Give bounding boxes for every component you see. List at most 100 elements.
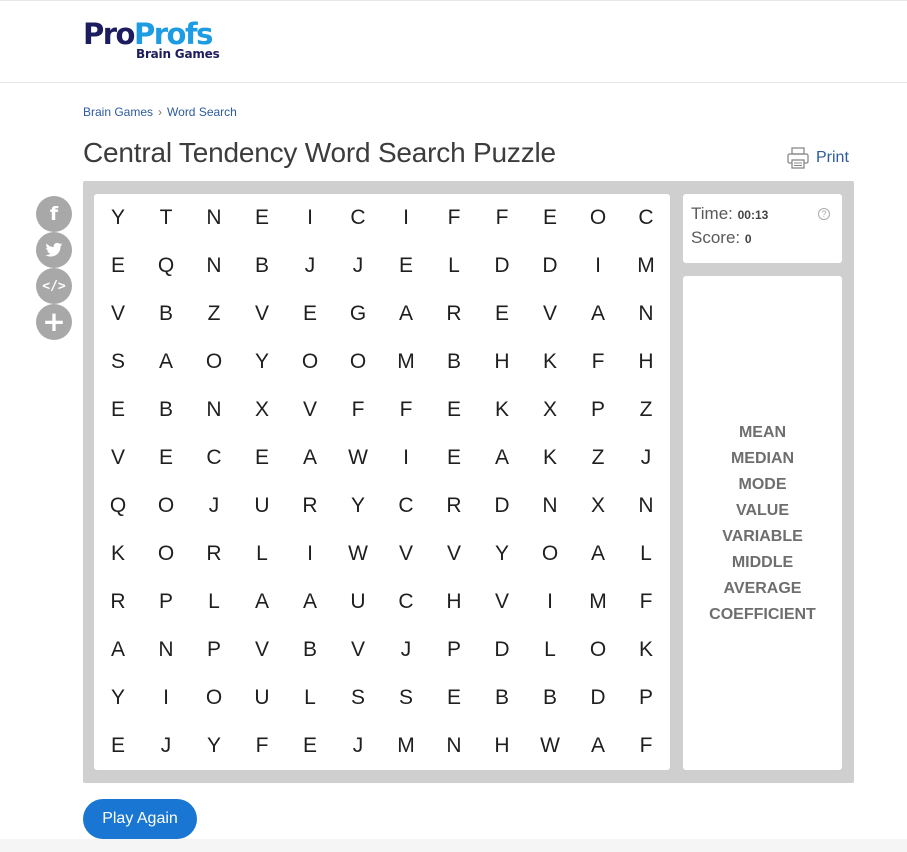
grid-cell[interactable]: V xyxy=(382,530,430,578)
grid-cell[interactable]: M xyxy=(382,338,430,386)
grid-cell[interactable]: J xyxy=(190,482,238,530)
grid-cell[interactable]: H xyxy=(478,338,526,386)
grid-cell[interactable]: W xyxy=(334,434,382,482)
grid-cell[interactable]: A xyxy=(142,338,190,386)
letter-grid[interactable]: YTNEICIFFEOCEQNBJJELDDIMVBZVEGAREVANSAOY… xyxy=(94,194,670,770)
twitter-share-button[interactable] xyxy=(36,232,72,268)
grid-cell[interactable]: M xyxy=(622,242,670,290)
grid-cell[interactable]: L xyxy=(238,530,286,578)
grid-cell[interactable]: E xyxy=(430,674,478,722)
grid-cell[interactable]: E xyxy=(382,242,430,290)
grid-cell[interactable]: B xyxy=(142,290,190,338)
grid-cell[interactable]: L xyxy=(286,674,334,722)
grid-cell[interactable]: N xyxy=(190,386,238,434)
grid-cell[interactable]: A xyxy=(286,434,334,482)
grid-cell[interactable]: K xyxy=(478,386,526,434)
grid-cell[interactable]: J xyxy=(334,242,382,290)
breadcrumb-link-word-search[interactable]: Word Search xyxy=(167,105,237,119)
grid-cell[interactable]: I xyxy=(142,674,190,722)
grid-cell[interactable]: N xyxy=(526,482,574,530)
grid-cell[interactable]: I xyxy=(286,194,334,242)
grid-cell[interactable]: J xyxy=(334,722,382,770)
grid-cell[interactable]: L xyxy=(526,626,574,674)
grid-cell[interactable]: J xyxy=(622,434,670,482)
grid-cell[interactable]: R xyxy=(286,482,334,530)
grid-cell[interactable]: L xyxy=(622,530,670,578)
proprofs-logo[interactable]: ProProfs Brain Games xyxy=(83,17,228,67)
grid-cell[interactable]: I xyxy=(286,530,334,578)
grid-cell[interactable]: O xyxy=(574,626,622,674)
grid-cell[interactable]: X xyxy=(574,482,622,530)
grid-cell[interactable]: N xyxy=(622,290,670,338)
grid-cell[interactable]: O xyxy=(574,194,622,242)
grid-cell[interactable]: O xyxy=(526,530,574,578)
grid-cell[interactable]: R xyxy=(430,482,478,530)
grid-cell[interactable]: A xyxy=(286,578,334,626)
grid-cell[interactable]: V xyxy=(478,578,526,626)
grid-cell[interactable]: F xyxy=(334,386,382,434)
grid-cell[interactable]: N xyxy=(430,722,478,770)
grid-cell[interactable]: E xyxy=(142,434,190,482)
grid-cell[interactable]: K xyxy=(526,338,574,386)
grid-cell[interactable]: O xyxy=(142,482,190,530)
grid-cell[interactable]: A xyxy=(478,434,526,482)
grid-cell[interactable]: Q xyxy=(94,482,142,530)
grid-cell[interactable]: Q xyxy=(142,242,190,290)
grid-cell[interactable]: D xyxy=(574,674,622,722)
grid-cell[interactable]: F xyxy=(382,386,430,434)
grid-cell[interactable]: U xyxy=(334,578,382,626)
grid-cell[interactable]: M xyxy=(574,578,622,626)
grid-cell[interactable]: R xyxy=(430,290,478,338)
grid-cell[interactable]: Y xyxy=(94,194,142,242)
grid-cell[interactable]: V xyxy=(526,290,574,338)
grid-cell[interactable]: Z xyxy=(622,386,670,434)
grid-cell[interactable]: F xyxy=(622,578,670,626)
grid-cell[interactable]: P xyxy=(190,626,238,674)
grid-cell[interactable]: Y xyxy=(334,482,382,530)
grid-cell[interactable]: T xyxy=(142,194,190,242)
grid-cell[interactable]: V xyxy=(286,386,334,434)
help-icon[interactable]: ? xyxy=(818,208,830,220)
grid-cell[interactable]: Y xyxy=(478,530,526,578)
grid-cell[interactable]: E xyxy=(478,290,526,338)
grid-cell[interactable]: Y xyxy=(94,674,142,722)
print-button[interactable]: Print xyxy=(786,146,849,170)
grid-cell[interactable]: S xyxy=(334,674,382,722)
grid-cell[interactable]: O xyxy=(142,530,190,578)
grid-cell[interactable]: Z xyxy=(190,290,238,338)
grid-cell[interactable]: I xyxy=(574,242,622,290)
grid-cell[interactable]: P xyxy=(574,386,622,434)
grid-cell[interactable]: K xyxy=(526,434,574,482)
grid-cell[interactable]: V xyxy=(94,434,142,482)
grid-cell[interactable]: P xyxy=(622,674,670,722)
more-share-button[interactable]: + xyxy=(36,304,72,340)
grid-cell[interactable]: W xyxy=(334,530,382,578)
grid-cell[interactable]: C xyxy=(382,578,430,626)
grid-cell[interactable]: G xyxy=(334,290,382,338)
grid-cell[interactable]: E xyxy=(286,722,334,770)
grid-cell[interactable]: U xyxy=(238,674,286,722)
grid-cell[interactable]: P xyxy=(430,626,478,674)
grid-cell[interactable]: S xyxy=(382,674,430,722)
grid-cell[interactable]: B xyxy=(286,626,334,674)
grid-cell[interactable]: D xyxy=(478,626,526,674)
grid-cell[interactable]: E xyxy=(94,242,142,290)
grid-cell[interactable]: C xyxy=(190,434,238,482)
grid-cell[interactable]: Z xyxy=(574,434,622,482)
grid-cell[interactable]: N xyxy=(622,482,670,530)
grid-cell[interactable]: D xyxy=(526,242,574,290)
grid-cell[interactable]: I xyxy=(382,434,430,482)
grid-cell[interactable]: N xyxy=(190,194,238,242)
facebook-share-button[interactable]: f xyxy=(36,196,72,232)
grid-cell[interactable]: E xyxy=(238,194,286,242)
grid-cell[interactable]: V xyxy=(238,626,286,674)
grid-cell[interactable]: D xyxy=(478,242,526,290)
grid-cell[interactable]: X xyxy=(238,386,286,434)
grid-cell[interactable]: B xyxy=(238,242,286,290)
breadcrumb-link-brain-games[interactable]: Brain Games xyxy=(83,105,153,119)
grid-cell[interactable]: V xyxy=(334,626,382,674)
grid-cell[interactable]: H xyxy=(622,338,670,386)
grid-cell[interactable]: O xyxy=(334,338,382,386)
grid-cell[interactable]: R xyxy=(190,530,238,578)
grid-cell[interactable]: V xyxy=(238,290,286,338)
